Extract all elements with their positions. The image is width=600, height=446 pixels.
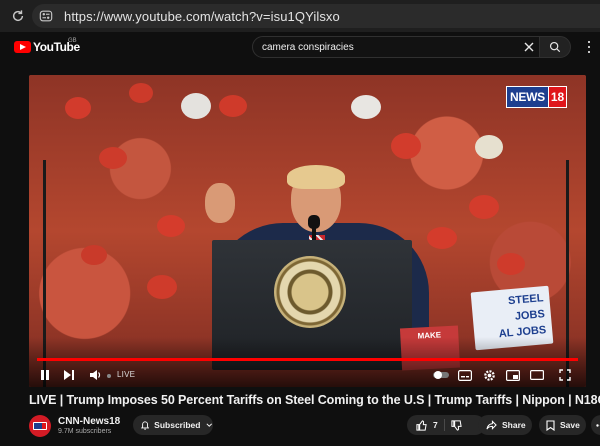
volume-icon[interactable]	[87, 367, 103, 383]
autoplay-toggle[interactable]	[433, 367, 449, 383]
video-title: LIVE | Trump Imposes 50 Percent Tariffs …	[29, 393, 600, 407]
youtube-header: YouTube GB camera conspiracies	[0, 32, 600, 62]
country-code: GB	[68, 38, 77, 44]
like-dislike-group: 7	[407, 415, 485, 435]
more-actions-button[interactable]	[591, 415, 600, 435]
live-label[interactable]: LIVE	[117, 370, 135, 379]
worker-helmet	[181, 93, 211, 119]
channel-avatar[interactable]	[29, 415, 51, 437]
search-icon	[549, 41, 561, 53]
thumbs-up-icon	[416, 419, 427, 431]
worker-helmet	[81, 245, 107, 265]
share-label: Share	[502, 420, 526, 430]
clear-search-icon[interactable]	[522, 40, 536, 54]
news18-logo-text: NEWS	[506, 86, 549, 108]
settings-gear-icon[interactable]	[481, 367, 497, 383]
worker-helmet	[129, 83, 153, 103]
worker-helmet	[219, 95, 247, 117]
live-dot-icon	[107, 374, 111, 378]
worker-helmet	[469, 195, 499, 219]
news18-logo-number: 18	[548, 86, 568, 108]
channel-name[interactable]: CNN-News18	[58, 416, 120, 427]
miniplayer-icon[interactable]	[505, 367, 521, 383]
next-icon[interactable]	[61, 367, 77, 383]
subscribed-button[interactable]: Subscribed	[133, 415, 213, 435]
like-count: 7	[433, 420, 438, 430]
browser-toolbar: https://www.youtube.com/watch?v=isu1QYil…	[0, 0, 600, 32]
subscriber-count: 9.7M subscribers	[58, 428, 112, 435]
presidential-seal-icon	[274, 256, 346, 328]
worker-helmet	[99, 147, 127, 169]
share-icon	[486, 420, 497, 430]
worker-helmet	[427, 227, 457, 249]
worker-helmet	[475, 135, 503, 159]
subscribed-label: Subscribed	[154, 420, 201, 430]
worker-helmet	[65, 97, 91, 119]
worker-helmet	[497, 253, 525, 275]
save-label: Save	[560, 420, 580, 430]
youtube-play-icon	[14, 41, 31, 53]
search-input[interactable]: camera conspiracies	[252, 36, 545, 58]
url-text[interactable]: https://www.youtube.com/watch?v=isu1QYil…	[64, 9, 340, 24]
worker-helmet	[351, 95, 381, 119]
save-button[interactable]: Save	[539, 415, 586, 435]
chevron-down-icon	[206, 423, 213, 427]
bell-icon	[141, 420, 150, 430]
progress-bar[interactable]	[37, 358, 578, 361]
subtitles-icon[interactable]	[457, 367, 473, 383]
channel-avatar-logo	[33, 421, 47, 431]
like-button[interactable]: 7	[407, 419, 438, 431]
search-button[interactable]	[539, 36, 571, 58]
worker-helmet	[147, 275, 177, 299]
bookmark-icon	[546, 419, 555, 431]
share-button[interactable]: Share	[478, 415, 532, 435]
like-divider	[443, 419, 445, 431]
speaker-hair	[287, 165, 345, 189]
worker-helmet	[157, 215, 185, 237]
reload-icon[interactable]	[7, 5, 29, 27]
more-horizontal-icon	[596, 423, 600, 427]
search-query[interactable]: camera conspiracies	[262, 42, 354, 53]
thumbs-down-icon	[451, 419, 462, 431]
video-player[interactable]: STEEL JOBS AL JOBS MAKE NEWS 18 LIVE	[29, 75, 586, 387]
news18-logo: NEWS 18	[506, 86, 568, 108]
address-bar[interactable]: https://www.youtube.com/watch?v=isu1QYil…	[32, 4, 600, 28]
worker-helmet	[391, 133, 421, 159]
fullscreen-icon[interactable]	[557, 367, 573, 383]
player-controls: LIVE	[29, 363, 586, 387]
owner-row: CNN-News18 9.7M subscribers Subscribed 7…	[29, 414, 600, 438]
site-info-icon[interactable]	[36, 6, 56, 26]
pause-icon[interactable]	[37, 367, 53, 383]
dislike-button[interactable]	[451, 419, 462, 431]
settings-menu-icon[interactable]	[584, 40, 594, 54]
theater-mode-icon[interactable]	[529, 367, 545, 383]
speaker-hand	[205, 183, 235, 223]
